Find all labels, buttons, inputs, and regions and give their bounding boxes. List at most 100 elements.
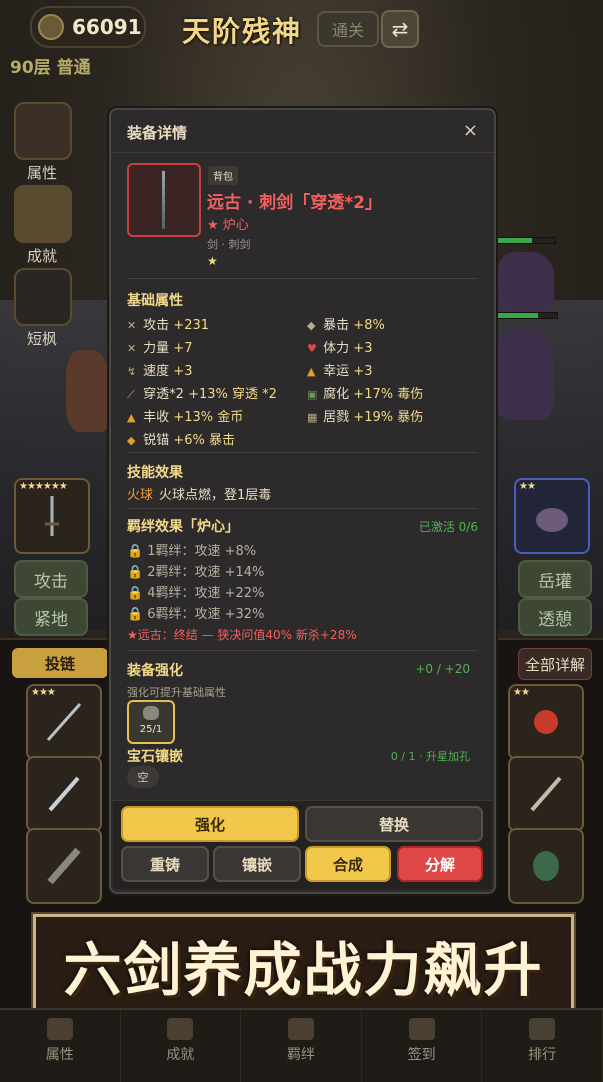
action-button[interactable]: 紧地 — [14, 598, 88, 636]
lock-icon: 🔒 — [127, 586, 144, 601]
equipment-detail-modal: 装备详情 × 背包 远古 · 刺剑「穿透*2」 ★ 炉心 剑 · 刺剑 ★ 基础… — [109, 108, 496, 894]
heart-icon: ♥ — [307, 342, 317, 355]
bond-tier: 🔒 6羁绊：攻速 +32% — [127, 603, 264, 622]
tab-attributes[interactable]: 属性 — [0, 1010, 121, 1082]
bag-tab-left[interactable]: 投链 — [12, 648, 108, 678]
bond-text: 2羁绊：攻速 +14% — [147, 565, 265, 580]
beast-item-icon — [536, 508, 568, 532]
tab-label: 排行 — [528, 1047, 557, 1063]
sharp-icon: ◆ — [127, 434, 136, 447]
coin-icon — [38, 14, 64, 40]
attr-value: +19% 暴伤 — [353, 410, 424, 425]
action-button[interactable]: 岳瓘 — [518, 560, 592, 598]
enhance-title: 装备强化 — [127, 663, 183, 679]
attr-label: 丰收 — [143, 410, 170, 425]
item-stars: ★ — [207, 254, 218, 268]
attr-value: +13% 金币 — [173, 410, 244, 425]
attr-item: ▦ 居戮 +19% 暴伤 — [307, 406, 423, 425]
lock-icon: 🔒 — [127, 565, 144, 580]
enhance-level: +0 / +20 — [415, 662, 470, 676]
attr-item: ◆ 暴击 +8% — [307, 314, 385, 333]
material-count: 25/1 — [139, 724, 163, 735]
divider — [127, 650, 478, 651]
coin-amount: 66091 — [72, 15, 142, 39]
side-item-label: 短枫 — [26, 330, 57, 348]
tab-signin[interactable]: 签到 — [362, 1010, 483, 1082]
slot-stars: ★★★ — [31, 687, 56, 698]
slot-stars: ★★ — [519, 481, 536, 492]
strength-icon: ✕ — [127, 342, 137, 355]
item-portrait — [127, 163, 201, 237]
tab-bonds[interactable]: 羁绊 — [241, 1010, 362, 1082]
inventory-slot[interactable] — [26, 828, 102, 904]
tab-label: 成就 — [166, 1047, 195, 1063]
attr-value: +7 — [173, 341, 193, 356]
action-button[interactable]: 透憩 — [518, 598, 592, 636]
tab-ranking[interactable]: 排行 — [482, 1010, 603, 1082]
base-attr-title: 基础属性 — [127, 293, 183, 309]
banner-text: 六剑养成战力飙升 — [63, 936, 544, 1004]
poison-icon: ▣ — [307, 388, 318, 401]
recast-button[interactable]: 重铸 — [121, 846, 209, 882]
combine-button[interactable]: 合成 — [305, 846, 391, 882]
modal-header: 装备详情 × — [111, 110, 494, 153]
greatsword-icon — [47, 847, 81, 885]
inventory-slot[interactable] — [26, 756, 102, 832]
side-item-attributes[interactable]: 属性 — [14, 102, 72, 183]
enhance-material[interactable]: 25/1 — [127, 700, 175, 744]
book-icon — [287, 1018, 314, 1040]
bond-status: 已激活 0/6 — [418, 520, 478, 534]
side-item-label: 属性 — [26, 164, 57, 182]
equip-slot[interactable]: ★★ — [514, 478, 590, 554]
equip-slot[interactable]: ★★★★★★ — [14, 478, 90, 554]
attr-label: 锐锚 — [143, 433, 170, 448]
attr-item: ▣ 腐化 +17% 毒伤 — [307, 383, 423, 402]
attr-value: +17% 毒伤 — [353, 387, 424, 402]
side-item-other[interactable]: 短枫 — [14, 268, 72, 349]
attr-item: ⟋ 穿透*2 +13% 穿透 *2 — [127, 383, 277, 402]
inlay-button[interactable]: 镶嵌 — [213, 846, 301, 882]
close-icon[interactable]: × — [463, 120, 478, 141]
tab-label: 签到 — [407, 1047, 436, 1063]
tab-achievements[interactable]: 成就 — [121, 1010, 242, 1082]
attr-item: ▲ 幸运 +3 — [307, 360, 372, 379]
attr-value: +8% — [353, 318, 385, 333]
decompose-button[interactable]: 分解 — [397, 846, 483, 882]
ranking-icon — [529, 1018, 556, 1040]
skill-name: 火球 — [127, 488, 154, 503]
modal-title: 装备详情 — [127, 124, 188, 142]
attr-value: +3 — [353, 341, 373, 356]
sword-icon — [48, 776, 80, 812]
speed-icon: ↯ — [127, 365, 137, 378]
masked-portrait-icon — [14, 268, 72, 326]
clear-stage-button[interactable]: 通关 — [317, 11, 379, 47]
rapier-icon — [162, 171, 165, 229]
inventory-slot[interactable] — [508, 828, 584, 904]
demon-enemy-icon — [498, 252, 554, 312]
attr-value: +3 — [173, 364, 193, 379]
bond-extra-effect: ★远古：终结 — 狭决问值40% 新杀+28% — [127, 628, 357, 642]
attr-item: ▲ 丰收 +13% 金币 — [127, 406, 243, 425]
attr-item: ↯ 速度 +3 — [127, 360, 192, 379]
swap-arrows-icon[interactable]: ⇄ — [381, 10, 419, 48]
ore-icon — [143, 706, 159, 720]
detail-all-button[interactable]: 全部详解 — [518, 648, 592, 680]
inventory-slot[interactable]: ★★★ — [26, 684, 102, 760]
inventory-slot[interactable] — [508, 756, 584, 832]
attr-item: ✕ 力量 +7 — [127, 337, 192, 356]
attack-button[interactable]: 攻击 — [14, 560, 88, 598]
crit-icon: ◆ — [307, 319, 316, 332]
gem-title: 宝石镶嵌 — [127, 749, 183, 765]
divider — [127, 278, 478, 279]
fire-orb-icon — [534, 710, 558, 734]
location-badge: 背包 — [208, 166, 238, 185]
divider — [127, 508, 478, 509]
gem-slot-empty[interactable]: 空 — [127, 766, 159, 788]
gem-slots: 0 / 1 · 升星加孔 — [390, 750, 470, 763]
inventory-slot[interactable]: ★★ — [508, 684, 584, 760]
bond-text: 6羁绊：攻速 +32% — [147, 607, 265, 622]
replace-button[interactable]: 替换 — [305, 806, 483, 842]
luck-icon: ▲ — [307, 365, 316, 378]
enhance-button[interactable]: 强化 — [121, 806, 299, 842]
side-item-achievements[interactable]: 成就 — [14, 185, 72, 266]
